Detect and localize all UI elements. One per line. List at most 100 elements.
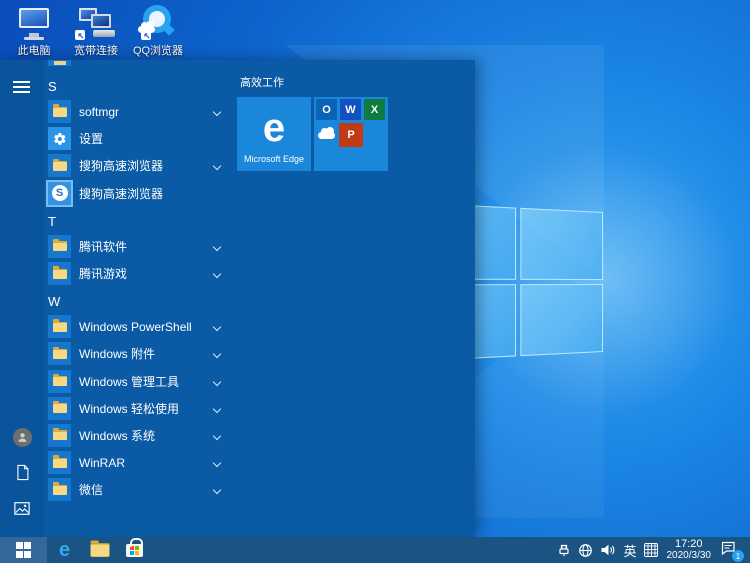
folder-icon — [53, 485, 67, 495]
chevron-down-icon[interactable] — [213, 486, 221, 494]
chevron-down-icon[interactable] — [213, 108, 221, 116]
tile-word[interactable]: W — [340, 99, 361, 120]
usb-icon — [557, 543, 571, 557]
tile-microsoft-edge[interactable]: e Microsoft Edge — [237, 97, 311, 171]
taskbar-store-button[interactable] — [117, 537, 152, 563]
start-app-item[interactable]: Windows 系统 — [48, 422, 226, 449]
chevron-down-icon[interactable] — [213, 323, 221, 331]
tile-excel[interactable]: X — [364, 99, 385, 120]
tile-onedrive[interactable] — [316, 125, 337, 146]
start-app-item[interactable]: softmgr — [48, 98, 226, 125]
start-section-header[interactable]: S — [48, 72, 226, 98]
app-tile — [48, 127, 71, 150]
speaker-icon — [600, 543, 616, 557]
edge-icon: e — [59, 540, 70, 560]
windows-logo-pane — [520, 284, 603, 356]
tile-label: Microsoft Edge — [244, 154, 304, 164]
app-label: 腾讯游戏 — [79, 265, 127, 282]
start-app-item[interactable]: Windows PowerShell — [48, 313, 226, 340]
avatar — [13, 428, 32, 447]
app-tile — [48, 100, 71, 123]
taskbar-edge-button[interactable]: e — [47, 537, 82, 563]
edge-logo: e — [263, 108, 285, 148]
folder-icon — [53, 349, 67, 359]
monitor-front — [91, 14, 111, 28]
folder-icon — [53, 376, 67, 386]
chevron-down-icon[interactable] — [213, 459, 221, 467]
qq-browser-icon — [139, 4, 177, 40]
ime-language-indicator[interactable]: 英 — [623, 541, 636, 560]
folder-icon — [53, 430, 67, 440]
user-account-button[interactable] — [11, 426, 33, 448]
start-app-item[interactable]: WinRAR — [48, 449, 226, 476]
app-tile — [48, 154, 71, 177]
taskbar-file-explorer-button[interactable] — [82, 537, 117, 563]
shortcut-arrow-icon — [141, 30, 151, 40]
clock-date: 2020/3/30 — [667, 550, 712, 561]
word-icon: W — [345, 104, 355, 116]
app-label: 搜狗高速浏览器 — [79, 157, 163, 174]
desktop-icon-label: 宽带连接 — [74, 42, 118, 58]
network-tray-button[interactable] — [578, 543, 593, 558]
this-pc-icon — [16, 4, 52, 40]
file-explorer-icon — [90, 543, 109, 557]
tile-group-label[interactable]: 高效工作 — [240, 74, 460, 90]
monitor-screen — [19, 8, 49, 28]
app-tile: S — [48, 182, 71, 205]
start-app-item[interactable]: S 搜狗高速浏览器 — [48, 180, 226, 207]
chevron-down-icon[interactable] — [213, 270, 221, 278]
ime-mode-icon[interactable] — [644, 543, 658, 557]
sogou-browser-icon: S — [52, 185, 68, 201]
windows-logo-icon — [16, 542, 32, 558]
folder-icon — [53, 322, 67, 332]
windows-color-flag — [130, 546, 139, 555]
tile-powerpoint[interactable]: P — [339, 123, 363, 147]
start-app-item[interactable]: 设置 — [48, 125, 226, 152]
tile-outlook[interactable]: O — [316, 99, 337, 120]
hamburger-menu-icon[interactable] — [13, 81, 30, 93]
app-label: softmgr — [79, 105, 119, 119]
chevron-down-icon[interactable] — [213, 162, 221, 170]
documents-button[interactable] — [11, 461, 33, 483]
desktop-icon-broadband[interactable]: 宽带连接 — [68, 4, 124, 58]
app-label: Windows 附件 — [79, 345, 155, 362]
chevron-down-icon[interactable] — [213, 243, 221, 251]
start-section-header[interactable]: W — [48, 287, 226, 313]
start-app-item[interactable]: 腾讯软件 — [48, 233, 226, 260]
app-tile — [48, 370, 71, 393]
app-tile — [48, 315, 71, 338]
desktop-icon-this-pc[interactable]: 此电脑 — [6, 4, 62, 58]
notification-badge: 1 — [732, 550, 744, 562]
volume-tray-button[interactable] — [600, 543, 616, 557]
chevron-down-icon[interactable] — [213, 377, 221, 385]
taskbar-clock[interactable]: 17:20 2020/3/30 — [665, 539, 714, 561]
app-label: 微信 — [79, 481, 103, 498]
broadband-icon — [73, 4, 119, 40]
start-app-item[interactable]: 腾讯游戏 — [48, 260, 226, 287]
monitor-base — [24, 37, 44, 40]
desktop-icon-qq-browser[interactable]: QQ浏览器 — [130, 4, 186, 58]
app-label: Windows 轻松使用 — [79, 400, 179, 417]
store-icon — [126, 544, 143, 557]
chevron-down-icon[interactable] — [213, 432, 221, 440]
app-tile — [48, 235, 71, 258]
start-app-list: Ssoftmgr设置搜狗高速浏览器S搜狗高速浏览器T腾讯软件腾讯游戏WWindo… — [48, 72, 226, 503]
user-icon — [16, 431, 29, 444]
modem — [93, 30, 115, 37]
start-button[interactable] — [0, 537, 47, 563]
app-label: 搜狗高速浏览器 — [79, 185, 163, 202]
start-app-item[interactable]: Windows 附件 — [48, 340, 226, 367]
start-app-item[interactable]: Windows 轻松使用 — [48, 395, 226, 422]
chevron-down-icon[interactable] — [213, 404, 221, 412]
folder-icon — [53, 269, 67, 279]
chevron-down-icon[interactable] — [213, 350, 221, 358]
partially-scrolled-app-tile[interactable] — [48, 60, 71, 66]
start-section-header[interactable]: T — [48, 207, 226, 233]
usb-device-tray-button[interactable] — [557, 543, 571, 557]
start-app-item[interactable]: Windows 管理工具 — [48, 368, 226, 395]
pictures-button[interactable] — [11, 497, 33, 519]
start-app-item[interactable]: 搜狗高速浏览器 — [48, 152, 226, 179]
start-app-item[interactable]: 微信 — [48, 476, 226, 503]
gear-icon — [53, 132, 67, 146]
action-center-button[interactable]: 1 — [720, 540, 742, 560]
